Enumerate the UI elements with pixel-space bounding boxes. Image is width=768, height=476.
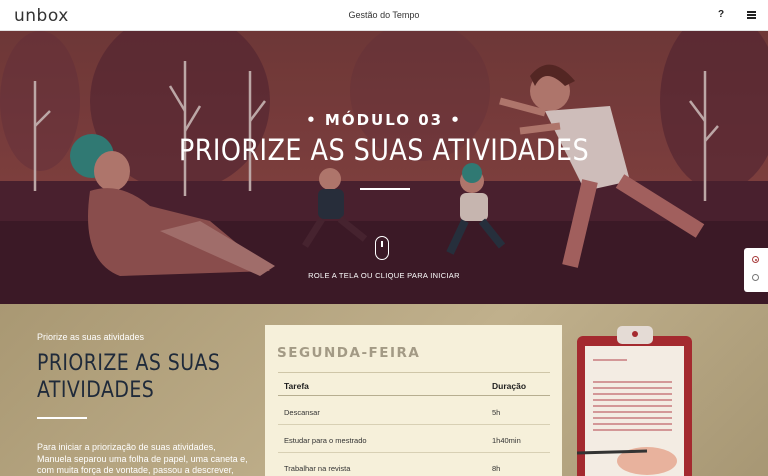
duration-cell: 8h [492,464,501,473]
section-nav [744,248,768,292]
hero-divider [360,188,410,190]
task-cell: Estudar para o mestrado [284,436,367,445]
schedule-card: SEGUNDA-FEIRA Tarefa Duração Descansar 5… [265,325,562,476]
duration-cell: 1h40min [492,436,521,445]
section-title: PRIORIZE AS SUAS ATIVIDADES [37,351,221,403]
menu-icon[interactable] [747,11,756,19]
page-title: Gestão do Tempo [348,10,420,20]
section-divider [37,417,87,419]
hero-title: PRIORIZE AS SUAS ATIVIDADES [178,133,590,167]
clipboard-illustration [577,326,692,476]
table-row: Descansar 5h [278,397,550,425]
mouse-scroll-icon[interactable] [375,236,389,260]
hero-banner[interactable]: • MÓDULO 03 • PRIORIZE AS SUAS ATIVIDADE… [0,31,768,304]
content-section: Priorize as suas atividades PRIORIZE AS … [0,304,768,476]
section-eyebrow: Priorize as suas atividades [37,332,145,342]
table-row: Trabalhar na revista 8h [278,453,550,476]
section-nav-dot-2[interactable] [752,274,759,281]
section-nav-dot-1[interactable] [752,256,759,263]
duration-cell: 5h [492,408,501,417]
header-task: Tarefa [284,381,309,391]
module-label: • MÓDULO 03 • [306,111,462,129]
help-icon[interactable]: ? [718,9,724,20]
scroll-hint[interactable]: ROLE A TELA OU CLIQUE PARA INICIAR [0,271,768,280]
schedule-table-header: Tarefa Duração [278,372,550,396]
table-row: Estudar para o mestrado 1h40min [278,425,550,453]
task-cell: Descansar [284,408,320,417]
hero-illustration [0,31,768,304]
schedule-day: SEGUNDA-FEIRA [277,345,421,361]
top-bar: unbox Gestão do Tempo ? [0,0,768,31]
task-cell: Trabalhar na revista [284,464,351,473]
section-body: Para iniciar a priorização de suas ativi… [37,442,248,475]
header-duration: Duração [492,381,527,391]
